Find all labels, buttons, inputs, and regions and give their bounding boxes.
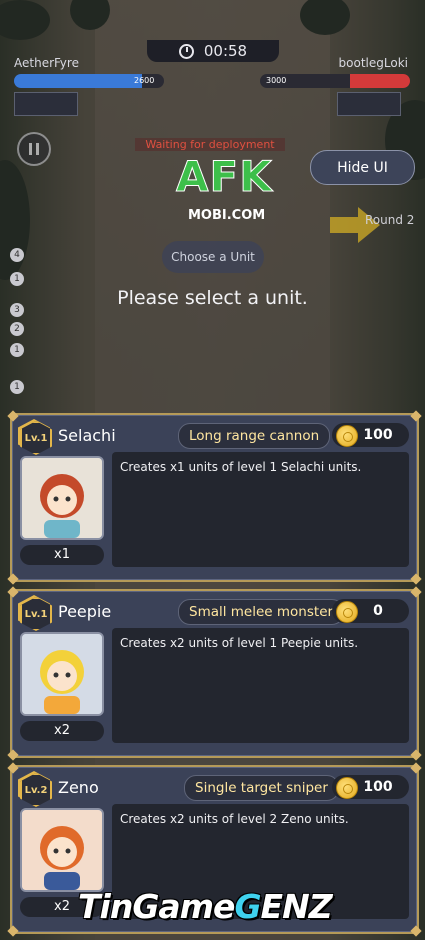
peepie-portrait xyxy=(22,634,102,714)
unit-description-box: Creates x2 units of level 1 Peepie units… xyxy=(112,628,409,743)
clock-icon xyxy=(178,43,194,59)
match-timer: 00:58 xyxy=(147,40,279,62)
unit-portrait xyxy=(20,456,104,540)
unit-cost-value: 100 xyxy=(363,427,393,443)
unit-role-tag: Long range cannon xyxy=(178,423,331,449)
unit-description: Creates x1 units of level 1 Selachi unit… xyxy=(120,460,362,474)
tingamegenz-watermark: TinGameGENZ xyxy=(78,887,333,926)
unit-cost: 100 xyxy=(332,775,409,799)
left-hp-bar: 2600 xyxy=(14,74,164,88)
right-hp-value: 3000 xyxy=(266,76,287,85)
side-unit-marker: 4 xyxy=(10,248,24,262)
unit-count: x2 xyxy=(20,721,104,741)
side-unit-marker: 1 xyxy=(10,343,24,357)
right-player-name: bootlegLoki xyxy=(338,56,408,70)
side-unit-marker: 1 xyxy=(10,272,24,286)
right-player-avatar xyxy=(337,92,401,116)
side-unit-marker: 3 xyxy=(10,303,24,317)
right-hp-bar: 3000 xyxy=(260,74,410,88)
unit-cost: 0 xyxy=(332,599,409,623)
unit-cost-value: 100 xyxy=(363,779,393,795)
unit-role-tag: Small melee monster xyxy=(178,599,345,625)
unit-count: x1 xyxy=(20,545,104,565)
left-hp-value: 2600 xyxy=(134,76,155,85)
choose-unit-button[interactable]: Choose a Unit xyxy=(162,241,264,273)
right-hp-fill xyxy=(350,74,410,88)
select-unit-message: Please select a unit. xyxy=(117,287,308,309)
unit-card-selachi[interactable]: Lv.1 Selachi Long range cannon 100 x1 Cr… xyxy=(7,410,422,585)
unit-name: Selachi xyxy=(58,426,116,445)
unit-card-peepie[interactable]: Lv.1 Peepie Small melee monster 0 x2 Cre… xyxy=(7,586,422,761)
afk-logo-sub: MOBI.COM xyxy=(188,208,266,223)
unit-name: Peepie xyxy=(58,602,112,621)
unit-portrait xyxy=(20,632,104,716)
afk-logo-letters: AFK xyxy=(176,152,273,202)
unit-description: Creates x2 units of level 2 Zeno units. xyxy=(120,812,349,826)
unit-portrait xyxy=(20,808,104,892)
hide-ui-button[interactable]: Hide UI xyxy=(310,150,415,185)
side-unit-marker: 2 xyxy=(10,322,24,336)
left-player-avatar xyxy=(14,92,78,116)
unit-cost-value: 0 xyxy=(373,603,383,619)
unit-name: Zeno xyxy=(58,778,99,797)
left-player-name: AetherFyre xyxy=(14,56,79,70)
selachi-portrait xyxy=(22,458,102,538)
unit-description: Creates x2 units of level 1 Peepie units… xyxy=(120,636,359,650)
side-unit-marker: 1 xyxy=(10,380,24,394)
timer-text: 00:58 xyxy=(203,42,248,60)
afk-watermark-logo: AFK MOBI.COM xyxy=(176,152,292,232)
round-label: Round 2 xyxy=(365,213,415,227)
unit-description-box: Creates x1 units of level 1 Selachi unit… xyxy=(112,452,409,567)
unit-role-tag: Single target sniper xyxy=(184,775,339,801)
pause-button[interactable] xyxy=(17,132,51,166)
left-hp-fill xyxy=(14,74,142,88)
zeno-portrait xyxy=(22,810,102,890)
waiting-status: Waiting for deployment xyxy=(135,138,285,151)
unit-cost: 100 xyxy=(332,423,409,447)
